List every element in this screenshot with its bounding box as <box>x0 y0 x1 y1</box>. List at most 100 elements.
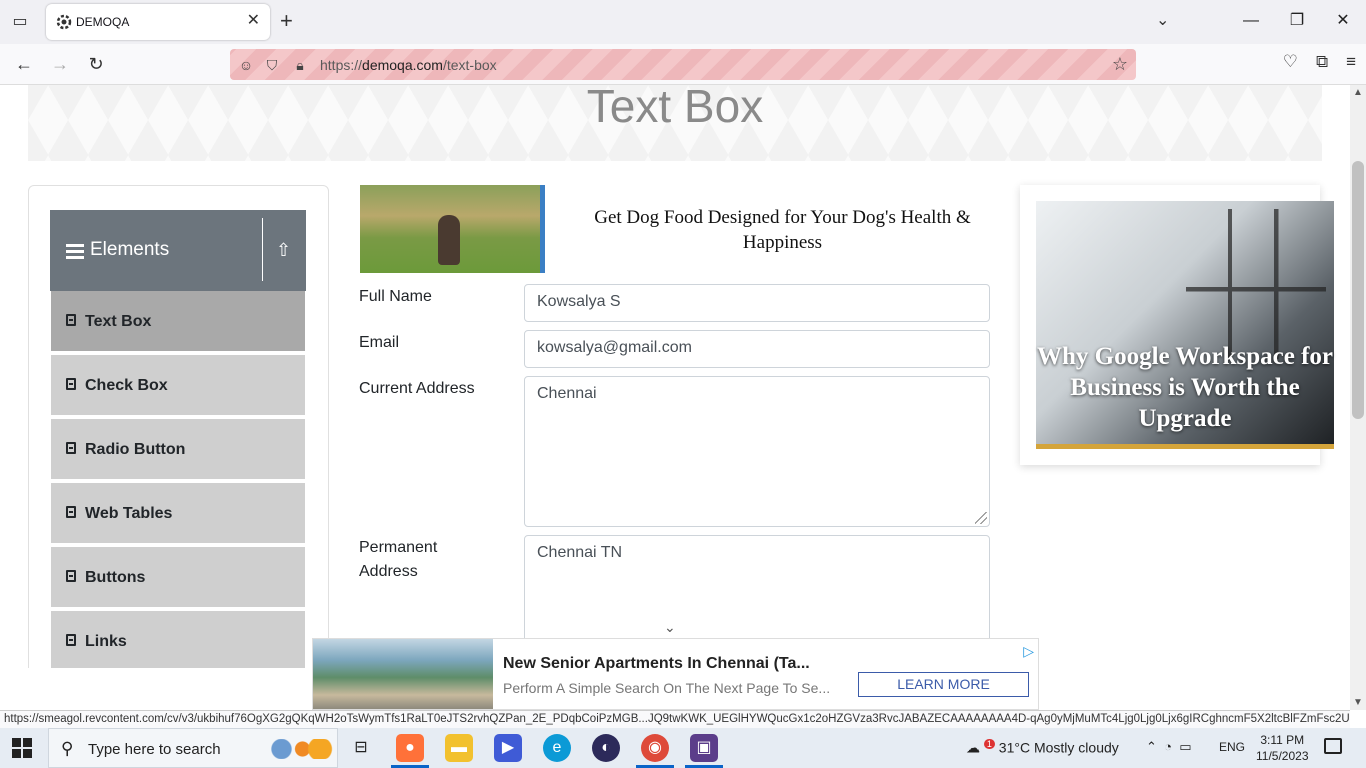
chrome-icon[interactable]: ◉ <box>641 734 669 762</box>
sidebar-item-links[interactable]: Links <box>51 611 305 668</box>
menu-icon[interactable]: ≡ <box>1346 52 1356 72</box>
page-scrollbar[interactable]: ▲ ▼ <box>1350 85 1366 710</box>
eclipse-icon[interactable]: ◐ <box>592 734 620 762</box>
browser-toolbar: ♡ ⧉ ≡ <box>1283 52 1356 72</box>
list-icon <box>66 570 76 582</box>
sidebar-item-radio-button[interactable]: Radio Button <box>51 419 305 481</box>
email-label: Email <box>359 334 400 351</box>
close-window-icon[interactable]: ✕ <box>1320 0 1366 44</box>
scroll-up-icon[interactable]: ▲ <box>1353 87 1363 98</box>
forward-icon[interactable]: → <box>46 52 74 76</box>
list-icon <box>66 314 76 326</box>
list-icon <box>66 506 76 518</box>
language-indicator[interactable]: ENG <box>1219 740 1245 754</box>
page-viewport: Text Box Elements ⇧ Text Box Check Box R… <box>0 85 1350 668</box>
search-icon: ⚲ <box>61 739 74 758</box>
sidebar-item-text-box[interactable]: Text Box <box>51 291 305 353</box>
list-icon <box>66 634 76 646</box>
tab-list-icon[interactable]: ▭ <box>8 10 32 34</box>
chevron-down-icon[interactable]: ⌄ <box>1156 10 1169 30</box>
close-tab-icon[interactable]: ✕ <box>247 12 260 30</box>
extensions-icon[interactable]: ⧉ <box>1316 52 1328 72</box>
resize-handle[interactable] <box>975 512 987 524</box>
notification-icon[interactable] <box>1324 738 1342 754</box>
ad-dog-food-text: Get Dog Food Designed for Your Dog's Hea… <box>594 207 971 253</box>
sidebar-item-buttons[interactable]: Buttons <box>51 547 305 609</box>
permanent-address-label: Permanent Address <box>359 539 438 580</box>
sidebar-item-label: Web Tables <box>85 505 173 522</box>
ad-dog-food[interactable]: Get Dog Food Designed for Your Dog's Hea… <box>360 185 990 273</box>
app-icon[interactable]: ▣ <box>690 734 718 762</box>
firefox-icon[interactable]: ● <box>396 734 424 762</box>
taskbar-search[interactable]: ⚲ Type here to search <box>48 728 338 768</box>
cloud-icon: ☁ <box>966 739 980 756</box>
file-explorer-icon[interactable]: ▬ <box>445 734 473 762</box>
browser-tab[interactable]: DEMOQA ✕ <box>46 4 270 40</box>
divider <box>262 218 263 281</box>
sidebar-group-title: Elements <box>90 239 170 260</box>
page-title: Text Box <box>586 85 764 132</box>
system-tray[interactable]: ⌃ ◔ ▭ <box>1146 739 1192 755</box>
clock[interactable]: 3:11 PM 11/5/2023 <box>1256 732 1309 764</box>
ad-accent-stripe <box>540 185 545 273</box>
ad-office-image: Why Google Workspace for Business is Wor… <box>1036 201 1334 449</box>
shield-icon[interactable]: ⛉ <box>262 55 282 75</box>
reload-icon[interactable]: ↻ <box>82 52 110 76</box>
lock-icon[interactable]: 🔒︎ <box>290 55 310 75</box>
chevron-up-icon[interactable]: ⌃ <box>1146 739 1157 754</box>
search-highlight-icon <box>264 739 334 759</box>
adchoices-icon[interactable]: ▷ <box>1023 643 1034 660</box>
chevron-down-icon[interactable]: ⌄ <box>664 619 676 636</box>
full-name-input[interactable]: Kowsalya S <box>524 284 990 322</box>
clock-time: 3:11 PM <box>1260 733 1305 747</box>
task-view-icon[interactable]: ⊟ <box>347 734 375 762</box>
battery-icon[interactable]: ▭ <box>1179 739 1191 754</box>
minimize-icon[interactable]: — <box>1228 0 1274 44</box>
back-icon[interactable]: ← <box>10 52 38 76</box>
ad-title[interactable]: New Senior Apartments In Chennai (Ta... <box>503 655 810 673</box>
clock-date: 11/5/2023 <box>1256 749 1309 763</box>
current-address-textarea[interactable]: Chennai <box>524 376 990 527</box>
hamburger-icon <box>66 244 84 259</box>
weather-widget[interactable]: ☁ 1 31°C Mostly cloudy <box>966 739 1119 757</box>
robot-icon[interactable]: ☺ <box>236 55 256 75</box>
sidebar: Elements ⇧ Text Box Check Box Radio Butt… <box>28 185 329 668</box>
ad-senior-apartments[interactable]: New Senior Apartments In Chennai (Ta... … <box>312 638 1039 710</box>
copilot-icon[interactable]: ▶ <box>494 734 522 762</box>
ad-dog-image <box>360 185 540 273</box>
ad-google-workspace[interactable]: Why Google Workspace for Business is Wor… <box>1020 185 1334 465</box>
edge-icon[interactable]: e <box>543 734 571 762</box>
ad-aerial-image <box>313 639 493 709</box>
new-tab-icon[interactable]: + <box>280 10 293 32</box>
list-icon <box>66 378 76 390</box>
sidebar-item-label: Radio Button <box>85 441 186 458</box>
window-controls: — ❐ ✕ <box>1228 0 1366 44</box>
sidebar-group-elements[interactable]: Elements ⇧ <box>50 210 306 291</box>
status-url: https://smeagol.revcontent.com/cv/v3/ukb… <box>0 710 1350 728</box>
url-bar[interactable]: ☺ ⛉ 🔒︎ https://demoqa.com/text-box ☆ <box>230 49 1136 80</box>
full-name-label: Full Name <box>359 288 432 305</box>
weather-text: 31°C Mostly cloudy <box>998 739 1119 756</box>
pocket-icon[interactable]: ♡ <box>1283 52 1298 72</box>
email-input[interactable]: kowsalya@gmail.com <box>524 330 990 368</box>
gear-icon <box>56 14 72 30</box>
current-address-value: Chennai <box>537 385 597 402</box>
current-address-label: Current Address <box>359 380 475 397</box>
bookmark-star-icon[interactable]: ☆ <box>1112 54 1128 75</box>
url-text[interactable]: https://demoqa.com/text-box <box>320 57 497 73</box>
scroll-thumb[interactable] <box>1352 161 1364 419</box>
tab-title: DEMOQA <box>76 15 130 29</box>
network-icon[interactable]: ◔ <box>1164 739 1172 754</box>
taskbar: ⚲ Type here to search ⊟ ● ▬ ▶ e ◐ ◉ ▣ ☁ … <box>0 728 1366 768</box>
learn-more-button[interactable]: LEARN MORE <box>858 672 1029 697</box>
windows-start-icon[interactable] <box>12 738 32 758</box>
restore-icon[interactable]: ❐ <box>1274 0 1320 44</box>
sidebar-item-web-tables[interactable]: Web Tables <box>51 483 305 545</box>
ad-description: Perform A Simple Search On The Next Page… <box>503 680 831 696</box>
sidebar-item-label: Check Box <box>85 377 168 394</box>
collapse-arrow-icon[interactable]: ⇧ <box>276 240 291 261</box>
browser-tabbar: ▭ DEMOQA ✕ + ⌄ — ❐ ✕ <box>0 0 1366 44</box>
permanent-address-value: Chennai TN <box>537 544 623 561</box>
scroll-down-icon[interactable]: ▼ <box>1353 697 1363 708</box>
sidebar-item-check-box[interactable]: Check Box <box>51 355 305 417</box>
